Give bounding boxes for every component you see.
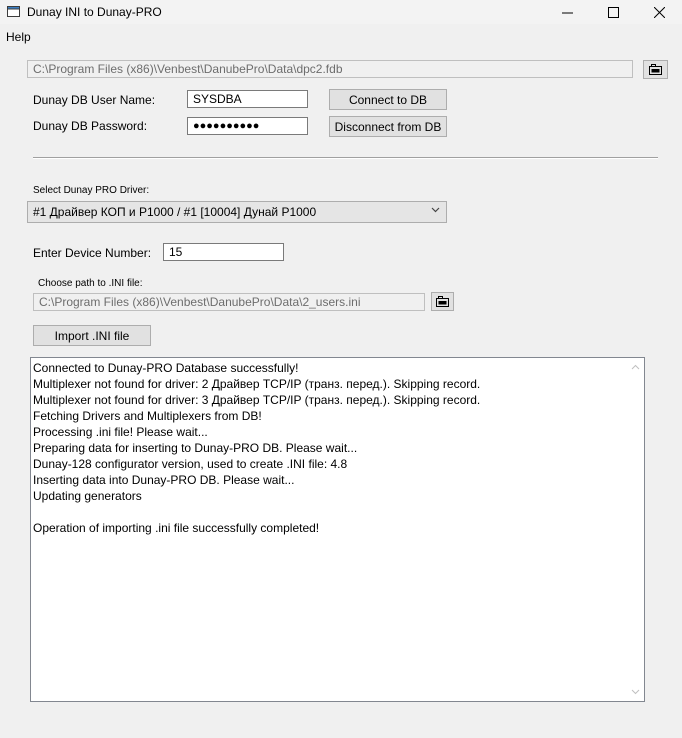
log-line: Inserting data into Dunay-PRO DB. Please…	[33, 473, 295, 487]
folder-icon	[649, 64, 662, 75]
driver-select[interactable]: #1 Драйвер КОП и Р1000 / #1 [10004] Дуна…	[27, 201, 447, 223]
log-line: Preparing data for inserting to Dunay-PR…	[33, 441, 358, 455]
log-line: Operation of importing .ini file success…	[33, 521, 320, 535]
user-name-input[interactable]: SYSDBA	[187, 90, 308, 108]
window-title: Dunay INI to Dunay-PRO	[27, 5, 162, 19]
chevron-down-icon[interactable]	[631, 689, 640, 695]
log-line: Dunay-128 configurator version, used to …	[33, 457, 348, 471]
close-button[interactable]	[636, 0, 682, 24]
connect-button[interactable]: Connect to DB	[329, 89, 447, 110]
disconnect-button[interactable]: Disconnect from DB	[329, 116, 447, 137]
log-text: Connected to Dunay-PRO Database successf…	[33, 360, 626, 536]
browse-db-button[interactable]	[643, 60, 668, 79]
title-bar[interactable]: Dunay INI to Dunay-PRO	[0, 0, 682, 24]
log-line: Updating generators	[33, 489, 142, 503]
password-input[interactable]: ●●●●●●●●●●	[187, 117, 308, 135]
db-path-field[interactable]: C:\Program Files (x86)\Venbest\DanubePro…	[27, 60, 633, 78]
chevron-up-icon[interactable]	[631, 364, 640, 370]
ini-path-field[interactable]: C:\Program Files (x86)\Venbest\DanubePro…	[33, 293, 425, 311]
menu-bar	[0, 28, 682, 46]
log-line: Fetching Drivers and Multiplexers from D…	[33, 409, 262, 423]
app-icon	[7, 6, 20, 17]
minimize-icon	[561, 12, 573, 13]
driver-selected-value: #1 Драйвер КОП и Р1000 / #1 [10004] Дуна…	[33, 205, 317, 219]
log-line: Multiplexer not found for driver: 3 Драй…	[33, 393, 481, 407]
vertical-scrollbar[interactable]	[627, 358, 644, 701]
menu-help[interactable]: Help	[6, 30, 31, 44]
ini-path-label: Choose path to .INI file:	[38, 278, 143, 289]
user-name-label: Dunay DB User Name:	[33, 93, 156, 107]
maximize-button[interactable]	[590, 0, 636, 24]
log-line: Connected to Dunay-PRO Database successf…	[33, 361, 299, 375]
device-number-label: Enter Device Number:	[33, 246, 152, 260]
log-line: Processing .ini file! Please wait...	[33, 425, 208, 439]
separator	[33, 157, 658, 159]
chevron-down-icon	[431, 207, 440, 213]
browse-ini-button[interactable]	[431, 292, 454, 311]
maximize-icon	[607, 6, 619, 18]
device-number-input[interactable]: 15	[163, 243, 284, 261]
close-icon	[653, 6, 665, 18]
password-label: Dunay DB Password:	[33, 119, 148, 133]
folder-icon	[436, 296, 449, 307]
driver-label: Select Dunay PRO Driver:	[33, 185, 150, 196]
minimize-button[interactable]	[544, 0, 590, 24]
import-ini-button[interactable]: Import .INI file	[33, 325, 151, 346]
log-line: Multiplexer not found for driver: 2 Драй…	[33, 377, 481, 391]
log-output[interactable]: Connected to Dunay-PRO Database successf…	[30, 357, 645, 702]
